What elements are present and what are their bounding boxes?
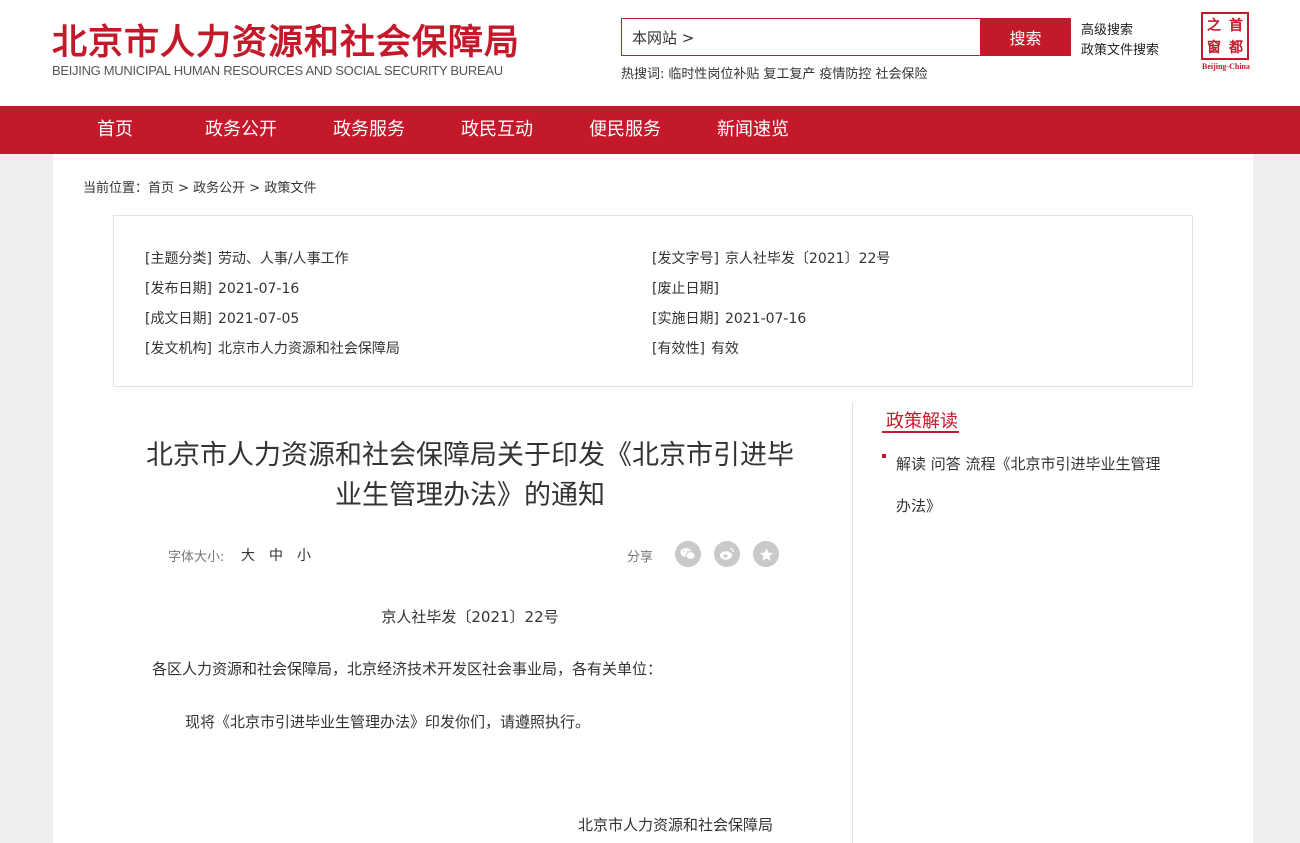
meta-publish-date: [发布日期] 2021-07-16 [145, 278, 299, 298]
meta-value: 2021-07-05 [217, 311, 300, 327]
logo-char: 之 [1207, 18, 1221, 34]
policy-search-link[interactable]: 政策文件搜索 [1081, 39, 1159, 58]
wechat-share-icon[interactable] [675, 541, 701, 567]
column-divider [852, 402, 853, 843]
font-size-medium-button[interactable]: 中 [269, 545, 283, 565]
document-signature: 北京市人力资源和社会保障局 [578, 816, 774, 834]
font-size-large-button[interactable]: 大 [241, 545, 255, 565]
meta-repeal-date: [废止日期] [652, 278, 725, 298]
nav-item-interaction[interactable]: 政民互动 [461, 106, 533, 154]
meta-label: [有效性] [652, 341, 705, 357]
font-size-small-button[interactable]: 小 [297, 545, 311, 565]
sidebar-title-underline [882, 431, 959, 433]
hot-search-label: 热搜词: [621, 67, 665, 82]
meta-value: 2021-07-16 [217, 281, 300, 297]
document-number: 京人社毕发〔2021〕22号 [381, 608, 559, 626]
nav-item-home[interactable]: 首页 [97, 106, 133, 154]
article-title: 北京市人力资源和社会保障局关于印发《北京市引进毕业生管理办法》的通知 [146, 440, 794, 511]
meta-doc-number: [发文字号] 京人社毕发〔2021〕22号 [652, 248, 890, 268]
advanced-search-link[interactable]: 高级搜索 [1081, 19, 1133, 38]
nav-item-news[interactable]: 新闻速览 [717, 106, 789, 154]
site-header: 北京市人力资源和社会保障局 BEIJING MUNICIPAL HUMAN RE… [0, 0, 1300, 106]
capital-window-logo[interactable]: 之 首 窗 都 Beijing-China [1199, 12, 1253, 71]
document-body: 现将《北京市引进毕业生管理办法》印发你们，请遵照执行。 [185, 713, 591, 731]
search-button[interactable]: 搜索 [980, 18, 1071, 56]
search-input[interactable]: 本网站 > [621, 18, 981, 56]
meta-label: [主题分类] [145, 251, 212, 267]
meta-label: [实施日期] [652, 311, 719, 327]
share-label: 分享 [627, 550, 654, 565]
meta-value: 北京市人力资源和社会保障局 [217, 341, 400, 357]
meta-label: [发文机构] [145, 341, 212, 357]
bullet-icon [882, 454, 886, 458]
hot-search-bar: 热搜词: 临时性岗位补贴 复工复产 疫情防控 社会保险 [621, 63, 927, 82]
meta-value: 有效 [710, 341, 739, 357]
weibo-share-icon[interactable] [714, 541, 740, 567]
nav-item-gov-affairs-open[interactable]: 政务公开 [205, 106, 277, 154]
meta-value: 京人社毕发〔2021〕22号 [724, 251, 891, 267]
breadcrumb[interactable]: 当前位置：首页 > 政务公开 > 政策文件 [83, 177, 316, 196]
main-nav: 首页 政务公开 政务服务 政民互动 便民服务 新闻速览 [0, 106, 1300, 154]
hot-search-term[interactable]: 临时性岗位补贴 [668, 63, 759, 82]
meta-value: 2021-07-16 [724, 311, 807, 327]
meta-effective-date: [实施日期] 2021-07-16 [652, 308, 806, 328]
font-size-label: 字体大小: [168, 550, 225, 565]
document-meta-box: [主题分类] 劳动、人事/人事工作 [发文字号] 京人社毕发〔2021〕22号 [发… [113, 215, 1193, 387]
meta-label: [废止日期] [652, 281, 719, 297]
policy-interpretation-link[interactable]: 解读 问答 流程《北京市引进毕业生管理办法》 [896, 443, 1166, 527]
sidebar-title: 政策解读 [886, 411, 958, 432]
meta-written-date: [成文日期] 2021-07-05 [145, 308, 299, 328]
meta-topic: [主题分类] 劳动、人事/人事工作 [145, 248, 349, 268]
nav-item-public-services[interactable]: 便民服务 [589, 106, 661, 154]
capital-logo-seal: 之 首 窗 都 [1201, 12, 1249, 60]
nav-item-gov-services[interactable]: 政务服务 [333, 106, 405, 154]
site-title[interactable]: 北京市人力资源和社会保障局 [52, 14, 520, 65]
meta-validity: [有效性] 有效 [652, 338, 739, 358]
logo-char: 窗 [1207, 40, 1221, 56]
meta-issuer: [发文机构] 北京市人力资源和社会保障局 [145, 338, 400, 358]
meta-value: 劳动、人事/人事工作 [217, 251, 349, 267]
capital-logo-caption: Beijing-China [1201, 62, 1250, 71]
document-addressee: 各区人力资源和社会保障局，北京经济技术开发区社会事业局，各有关单位： [152, 660, 663, 678]
hot-search-term[interactable]: 社会保险 [875, 63, 927, 82]
site-subtitle: BEIJING MUNICIPAL HUMAN RESOURCES AND SO… [52, 63, 503, 78]
hot-search-term[interactable]: 疫情防控 [819, 63, 871, 82]
logo-char: 都 [1229, 40, 1243, 56]
meta-label: [发布日期] [145, 281, 212, 297]
logo-char: 首 [1229, 18, 1243, 34]
favorite-star-icon[interactable] [753, 541, 779, 567]
meta-label: [发文字号] [652, 251, 719, 267]
hot-search-term[interactable]: 复工复产 [763, 63, 815, 82]
meta-label: [成文日期] [145, 311, 212, 327]
